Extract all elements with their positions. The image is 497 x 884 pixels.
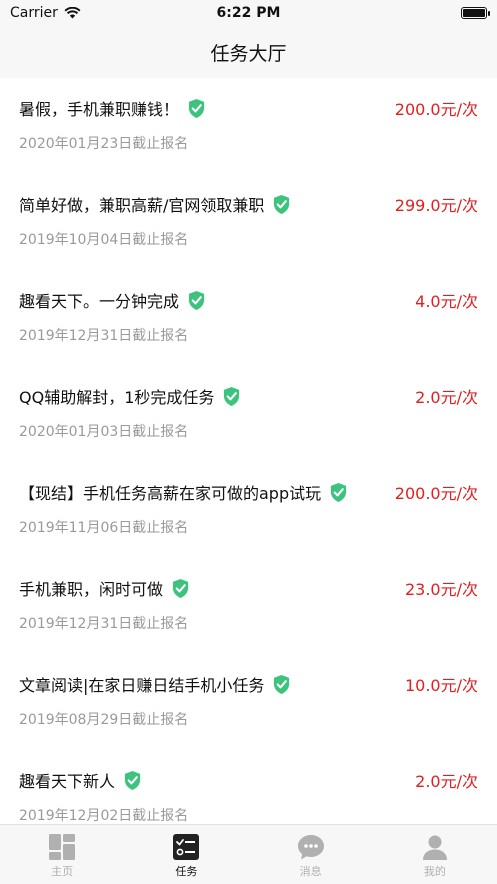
task-title: QQ辅助解封，1秒完成任务 [19,388,215,407]
tab-messages[interactable]: 消息 [249,825,373,884]
task-price: 2.0元/次 [415,772,478,791]
task-title-row: 趣看天下新人 [19,768,142,792]
task-item[interactable]: 手机兼职，闲时可做 23.0元/次 2019年12月31日截止报名 [0,558,497,654]
tab-profile[interactable]: 我的 [373,825,497,884]
task-deadline: 2019年12月02日截止报名 [19,808,189,824]
task-deadline: 2019年11月06日截止报名 [19,520,189,536]
task-title-row: 简单好做，兼职高薪/官网领取兼职 [19,192,291,216]
task-deadline: 2020年01月03日截止报名 [19,424,189,440]
task-title-row: QQ辅助解封，1秒完成任务 [19,384,241,408]
tab-messages-label: 消息 [299,865,322,878]
message-bubble-icon [297,835,324,860]
verified-shield-icon [274,194,290,214]
home-grid-icon [49,834,76,860]
task-list-icon [173,834,200,860]
carrier-label: Carrier [10,5,58,21]
task-title: 手机兼职，闲时可做 [19,580,164,599]
task-price: 10.0元/次 [404,676,478,695]
battery-icon [461,7,490,19]
wifi-icon [64,7,81,19]
task-list: 暑假，手机兼职赚钱！ 200.0元/次 2020年01月23日截止报名 简单好做… [0,78,497,824]
task-item[interactable]: 趣看天下。一分钟完成 4.0元/次 2019年12月31日截止报名 [0,270,497,366]
task-title-row: 文章阅读|在家日赚日结手机小任务 [19,672,291,696]
verified-shield-icon [331,482,347,502]
task-item[interactable]: 文章阅读|在家日赚日结手机小任务 10.0元/次 2019年08月29日截止报名 [0,654,497,750]
status-bar: Carrier 6:22 PM [0,0,497,26]
tab-bar: 主页 任务 消息 我的 [0,824,497,884]
tab-tasks-label: 任务 [175,865,198,878]
carrier-group: Carrier [10,5,81,21]
verified-shield-icon [224,386,240,406]
page-title: 任务大厅 [210,42,287,65]
task-title-row: 暑假，手机兼职赚钱！ [19,96,206,120]
task-price: 4.0元/次 [415,292,478,311]
task-item[interactable]: 暑假，手机兼职赚钱！ 200.0元/次 2020年01月23日截止报名 [0,78,497,174]
verified-shield-icon [188,290,205,310]
task-title: 【现结】手机任务高薪在家可做的app试玩 [19,484,322,503]
task-title: 文章阅读|在家日赚日结手机小任务 [19,676,265,695]
verified-shield-icon [274,674,290,694]
task-price: 200.0元/次 [394,484,478,503]
task-deadline: 2019年12月31日截止报名 [19,616,189,632]
task-price: 23.0元/次 [404,580,478,599]
task-title-row: 趣看天下。一分钟完成 [19,288,206,312]
task-deadline: 2019年12月31日截止报名 [19,328,189,344]
task-item[interactable]: 简单好做，兼职高薪/官网领取兼职 299.0元/次 2019年10月04日截止报… [0,174,497,270]
navigation-bar: 任务大厅 [0,26,497,78]
task-deadline: 2020年01月23日截止报名 [19,136,189,152]
tab-tasks[interactable]: 任务 [124,825,248,884]
task-price: 2.0元/次 [415,388,478,407]
task-title: 暑假，手机兼职赚钱！ [19,100,180,119]
verified-shield-icon [188,98,205,118]
task-item[interactable]: QQ辅助解封，1秒完成任务 2.0元/次 2020年01月03日截止报名 [0,366,497,462]
task-deadline: 2019年08月29日截止报名 [19,712,189,728]
task-title-row: 手机兼职，闲时可做 [19,576,190,600]
task-title: 趣看天下新人 [19,772,116,791]
profile-person-icon [422,835,447,860]
task-item[interactable]: 趣看天下新人 2.0元/次 2019年12月02日截止报名 [0,750,497,824]
task-title: 趣看天下。一分钟完成 [19,292,180,311]
verified-shield-icon [172,578,189,598]
task-item[interactable]: 【现结】手机任务高薪在家可做的app试玩 200.0元/次 2019年11月06… [0,462,497,558]
task-deadline: 2019年10月04日截止报名 [19,232,189,248]
task-title-row: 【现结】手机任务高薪在家可做的app试玩 [19,480,348,504]
verified-shield-icon [124,770,141,790]
task-price: 299.0元/次 [394,196,478,215]
tab-profile-label: 我的 [423,865,446,878]
task-title: 简单好做，兼职高薪/官网领取兼职 [19,196,265,215]
tab-home-label: 主页 [51,865,74,878]
tab-home[interactable]: 主页 [0,825,124,884]
task-price: 200.0元/次 [394,100,478,119]
